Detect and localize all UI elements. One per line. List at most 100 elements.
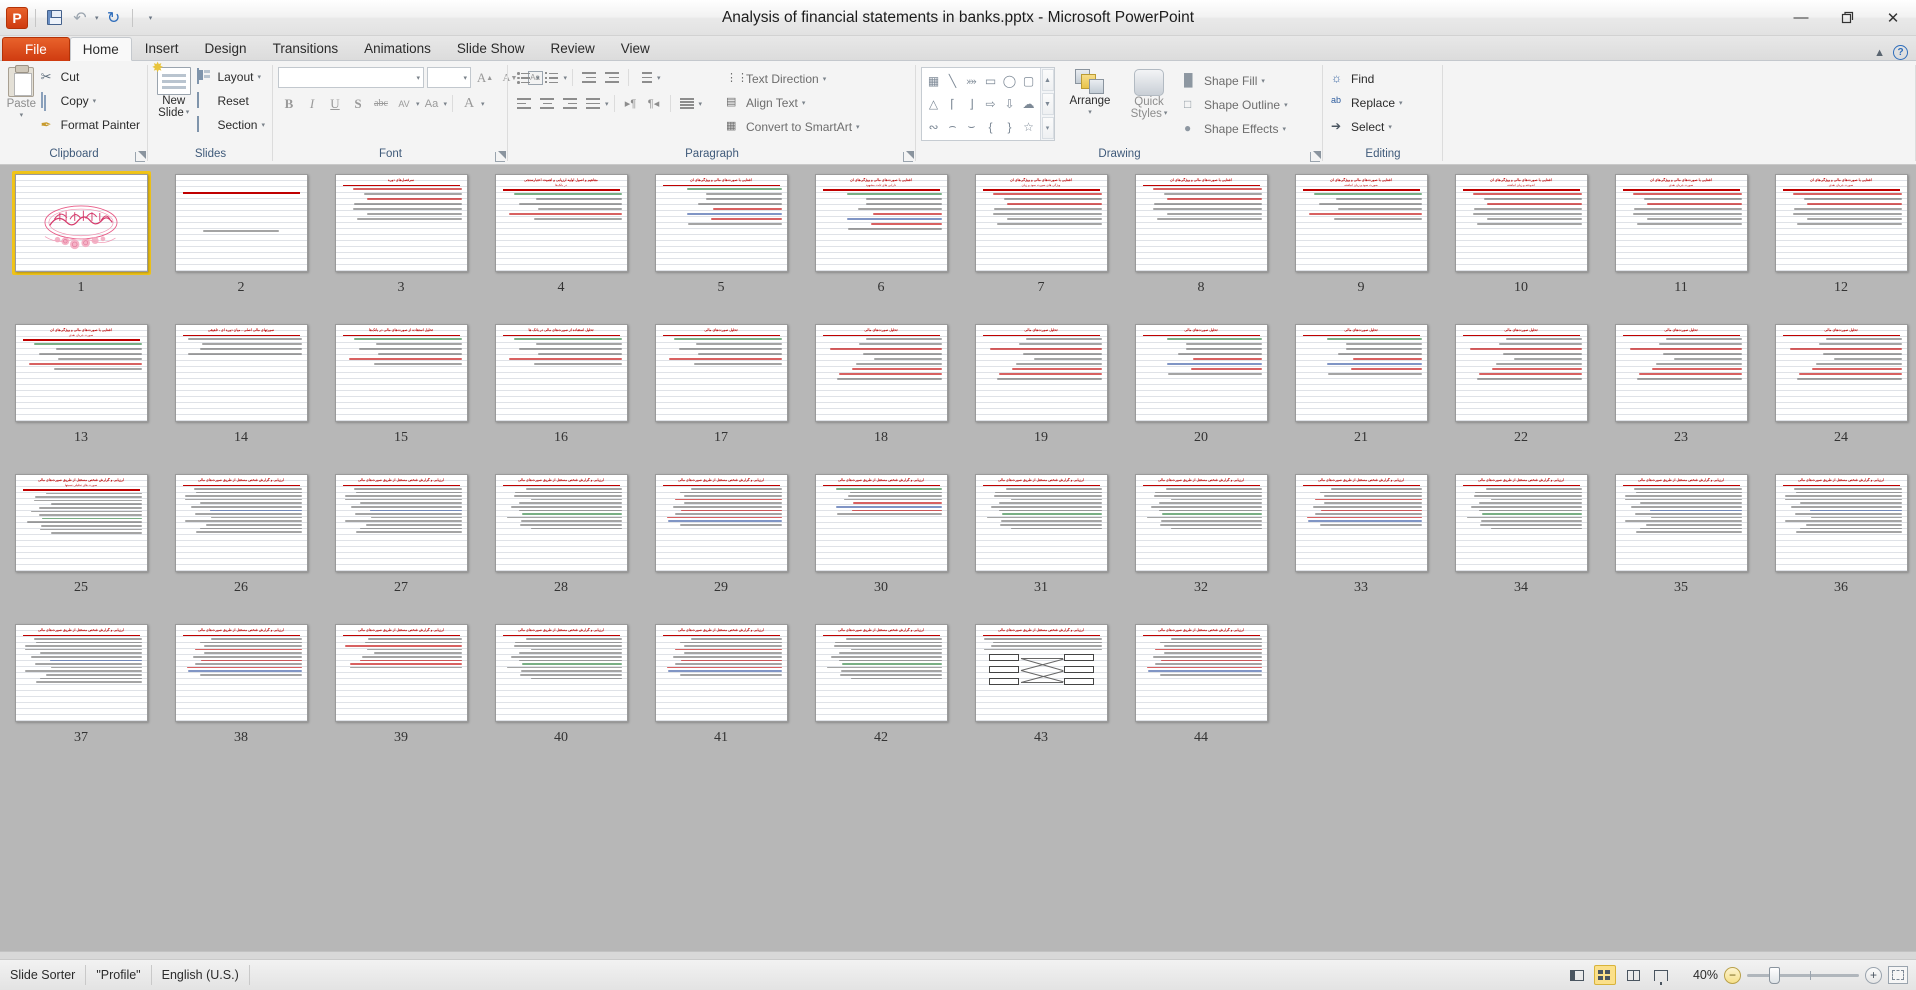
numbering-dropdown-icon[interactable]: ▾ (564, 74, 568, 82)
help-icon[interactable]: ? (1893, 45, 1908, 60)
slide-sorter-pane[interactable]: 1 2 سرفصل‌های دوره 3 مفاهیم و اصول اولیه… (0, 165, 1916, 980)
normal-view-button[interactable] (1566, 965, 1588, 985)
shape-elbow-connector-icon[interactable]: ⌈ (943, 93, 962, 116)
tab-insert[interactable]: Insert (132, 36, 192, 60)
copy-dropdown-icon[interactable]: ▾ (93, 97, 97, 105)
shape-fill-button[interactable]: █ Shape Fill ▾ (1181, 69, 1291, 93)
shapes-gallery-more-icon[interactable]: ▾ (1041, 117, 1054, 139)
slide-thumbnail[interactable]: آشنایی با صورت‌های مالی و ویژگی‌های آن ا… (1452, 171, 1591, 275)
font-size-input[interactable]: ▾ (427, 67, 471, 88)
slide-cell[interactable]: ارزیابی و گزارش شخص مستقل از طریق صورت‌ه… (8, 621, 154, 771)
slide-cell[interactable]: ارزیابی و گزارش شخص مستقل از طریق صورت‌ه… (648, 471, 794, 621)
shapes-gallery-scrollbar[interactable]: ▲ ▼ ▾ (1040, 68, 1054, 140)
font-color-button[interactable]: A (458, 93, 480, 114)
reset-button[interactable]: Reset (194, 89, 268, 113)
slide-thumbnail[interactable]: تحلیل صورت‌های مالی (1292, 321, 1431, 425)
zoom-in-button[interactable]: + (1865, 966, 1882, 984)
slide-cell[interactable]: 1 (8, 171, 154, 321)
slide-cell[interactable]: ارزیابی و گزارش شخص مستقل از طریق صورت‌ه… (968, 471, 1114, 621)
columns-button[interactable] (676, 93, 698, 114)
slide-cell[interactable]: تحلیل صورت‌های مالی 20 (1128, 321, 1274, 471)
font-name-dropdown-icon[interactable]: ▾ (416, 74, 420, 82)
slide-preview[interactable]: ارزیابی و گزارش شخص مستقل از طریق صورت‌ه… (814, 624, 948, 722)
paragraph-dialog-launcher[interactable] (903, 151, 914, 162)
customize-qat-icon[interactable]: ▾ (140, 7, 162, 29)
shape-fill-dropdown-icon[interactable]: ▾ (1261, 77, 1265, 85)
powerpoint-icon[interactable]: P (6, 6, 28, 29)
justify-dropdown-icon[interactable]: ▾ (605, 100, 609, 108)
slide-thumbnail[interactable]: تحلیل صورت‌های مالی (1772, 321, 1911, 425)
tab-animations[interactable]: Animations (351, 36, 444, 60)
align-text-button[interactable]: ▤ Align Text ▾ (723, 91, 863, 115)
character-spacing-dropdown-icon[interactable]: ▾ (416, 100, 420, 108)
slide-preview[interactable]: تحلیل صورت‌های مالی (1774, 324, 1908, 422)
shape-arc-icon[interactable]: ⌣ (962, 115, 981, 138)
slide-thumbnail[interactable] (172, 171, 311, 275)
slide-thumbnail[interactable]: آشنایی با صورت‌های مالی و ویژگی‌های آن (1132, 171, 1271, 275)
slide-thumbnail[interactable]: ارزیابی و گزارش شخص مستقل از طریق صورت‌ه… (1132, 621, 1271, 725)
slide-preview[interactable]: ارزیابی و گزارش شخص مستقل از طریق صورت‌ه… (974, 474, 1108, 572)
layout-button[interactable]: Layout ▾ (194, 65, 268, 89)
restore-button[interactable] (1824, 0, 1870, 35)
slide-preview[interactable]: ارزیابی و گزارش شخص مستقل از طریق صورت‌ه… (1134, 474, 1268, 572)
slide-cell[interactable]: صورتهای مالی اصلی ، میان دوره ای ، تلفیق… (168, 321, 314, 471)
slide-thumbnail[interactable]: تحلیل صورت‌های مالی (972, 321, 1111, 425)
shape-line-icon[interactable]: ╲ (943, 70, 962, 93)
align-center-button[interactable] (536, 93, 558, 114)
shapes-scroll-down-icon[interactable]: ▼ (1041, 93, 1054, 115)
tab-view[interactable]: View (608, 36, 663, 60)
slide-thumbnail[interactable]: ارزیابی و گزارش شخص مستقل از طریق صورت‌ه… (1132, 471, 1271, 575)
slide-preview[interactable]: تحلیل صورت‌های مالی (1454, 324, 1588, 422)
slide-preview[interactable] (174, 174, 308, 272)
font-size-dropdown-icon[interactable]: ▾ (463, 74, 467, 82)
tab-file[interactable]: File (2, 37, 70, 61)
shape-oval-icon[interactable]: ◯ (1000, 70, 1019, 93)
quick-styles-dropdown-icon[interactable]: ▾ (1164, 108, 1168, 120)
slide-cell[interactable]: مفاهیم و اصول اولیه ارزیابی و اهمیت اعتب… (488, 171, 634, 321)
undo-icon[interactable]: ↶ (69, 7, 91, 29)
slide-thumbnail[interactable]: ارزیابی و گزارش شخص مستقل از طریق صورت‌ه… (332, 621, 471, 725)
slide-preview[interactable]: مفاهیم و اصول اولیه ارزیابی و اهمیت اعتب… (494, 174, 628, 272)
slide-preview[interactable]: آشنایی با صورت‌های مالی و ویژگی‌های آن (1134, 174, 1268, 272)
slide-preview[interactable]: تحلیل صورت‌های مالی (814, 324, 948, 422)
bullets-dropdown-icon[interactable]: ▾ (536, 74, 540, 82)
slide-cell[interactable]: ارزیابی و گزارش شخص مستقل از طریق صورت‌ه… (488, 471, 634, 621)
quick-styles-button[interactable]: Quick Styles ▾ (1125, 67, 1173, 120)
slide-thumbnail[interactable]: ارزیابی و گزارش شخص مستقل از طریق صورت‌ه… (812, 621, 951, 725)
slide-preview[interactable]: تحلیل استفاده از صورت‌های مالی در بانک ه… (494, 324, 628, 422)
shape-rectangle-icon[interactable]: ▭ (981, 70, 1000, 93)
paste-button[interactable]: Paste ▾ (5, 65, 38, 122)
slide-preview[interactable]: ارزیابی و گزارش شخص مستقل از طریق صورت‌ه… (1614, 474, 1748, 572)
smartart-dropdown-icon[interactable]: ▾ (856, 123, 860, 131)
new-slide-dropdown-icon[interactable]: ▾ (186, 107, 190, 119)
slide-preview[interactable]: آشنایی با صورت‌های مالی و ویژگی‌های آن د… (814, 174, 948, 272)
slide-cell[interactable]: آشنایی با صورت‌های مالی و ویژگی‌های آن ص… (8, 321, 154, 471)
font-dialog-launcher[interactable] (495, 151, 506, 162)
slide-thumbnail[interactable]: ارزیابی و گزارش شخص مستقل از طریق صورت‌ه… (1452, 471, 1591, 575)
slide-thumbnail[interactable]: ارزیابی و گزارش شخص مستقل از طریق صورت‌ه… (1772, 471, 1911, 575)
slide-cell[interactable]: ارزیابی و گزارش شخص مستقل از طریق صورت‌ه… (1128, 621, 1274, 771)
slide-cell[interactable]: ارزیابی و گزارش شخص مستقل از طریق صورت‌ه… (328, 471, 474, 621)
slide-preview[interactable]: آشنایی با صورت‌های مالی و ویژگی‌های آن ص… (14, 324, 148, 422)
slide-thumbnail[interactable]: آشنایی با صورت‌های مالی و ویژگی‌های آن و… (972, 171, 1111, 275)
layout-dropdown-icon[interactable]: ▾ (257, 73, 261, 81)
slide-cell[interactable]: تحلیل صورت‌های مالی 22 (1448, 321, 1594, 471)
slide-cell[interactable]: ارزیابی و گزارش شخص مستقل از طریق صورت‌ه… (1608, 471, 1754, 621)
numbering-button[interactable] (541, 67, 563, 88)
bullets-button[interactable] (513, 67, 535, 88)
slide-cell[interactable]: ارزیابی و گزارش شخص مستقل از طریق صورت‌ه… (328, 621, 474, 771)
slide-show-view-button[interactable] (1650, 965, 1672, 985)
cut-button[interactable]: ✂ Cut (38, 65, 143, 89)
slide-cell[interactable]: آشنایی با صورت‌های مالی و ویژگی‌های آن 8 (1128, 171, 1274, 321)
slide-thumbnail[interactable]: آشنایی با صورت‌های مالی و ویژگی‌های آن ص… (1612, 171, 1751, 275)
slide-cell[interactable]: آشنایی با صورت‌های مالی و ویژگی‌های آن و… (968, 171, 1114, 321)
slide-preview[interactable]: تحلیل صورت‌های مالی (1294, 324, 1428, 422)
horizontal-scrollbar[interactable] (0, 951, 1916, 959)
slide-cell[interactable]: آشنایی با صورت‌های مالی و ویژگی‌های آن 5 (648, 171, 794, 321)
shape-right-arrow-icon[interactable]: ⇨ (981, 93, 1000, 116)
right-to-left-button[interactable]: ¶◂ (643, 93, 665, 114)
fit-slide-to-window-button[interactable] (1888, 966, 1908, 984)
slide-thumbnail[interactable]: تحلیل استفاده از صورت‌های مالی در بانک‌ه… (332, 321, 471, 425)
slide-preview[interactable]: آشنایی با صورت‌های مالی و ویژگی‌های آن و… (974, 174, 1108, 272)
slide-cell[interactable]: تحلیل صورت‌های مالی 24 (1768, 321, 1914, 471)
